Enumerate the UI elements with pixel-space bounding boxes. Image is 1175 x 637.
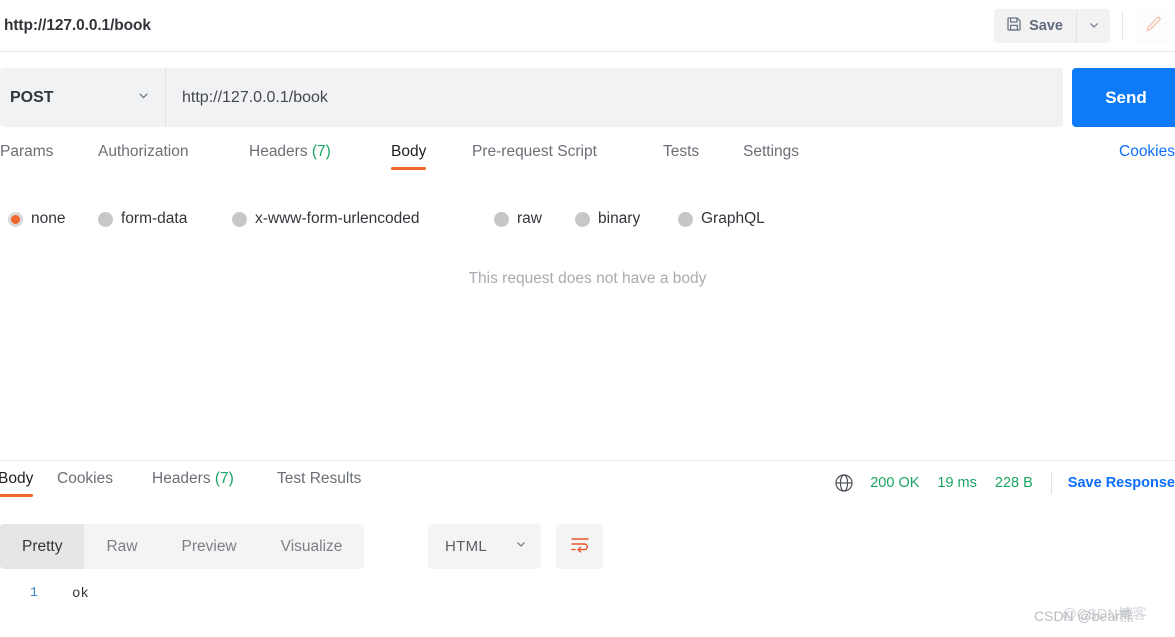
tab-label: Body	[0, 470, 34, 487]
response-time: 19 ms	[937, 475, 977, 491]
tab-body[interactable]: Body	[391, 143, 427, 170]
radio-button-icon[interactable]	[8, 211, 23, 227]
radio-button-icon[interactable]	[494, 211, 509, 227]
view-mode-pretty[interactable]: Pretty	[0, 524, 85, 569]
tab-params[interactable]: Params	[0, 143, 53, 170]
body-type-binary[interactable]: binary	[575, 210, 640, 228]
body-type-label: GraphQL	[701, 210, 765, 227]
response-format-label: HTML	[445, 538, 488, 555]
view-mode-visualize[interactable]: Visualize	[259, 524, 365, 569]
radio-button-icon[interactable]	[98, 211, 113, 227]
body-type-raw[interactable]: raw	[494, 210, 542, 228]
postman-request-window: http://127.0.0.1/book Save POST http://1…	[0, 0, 1175, 637]
body-type-options: none form-data x-www-form-urlencoded raw bin…	[0, 204, 1175, 234]
body-type-label: x-www-form-urlencoded	[255, 210, 420, 227]
response-tab-headers[interactable]: Headers (7)	[152, 470, 234, 497]
http-method-label: POST	[10, 88, 54, 106]
response-tab-cookies[interactable]: Cookies	[57, 470, 113, 497]
body-type-label: none	[31, 210, 66, 227]
tab-settings[interactable]: Settings	[743, 143, 799, 170]
floppy-disk-icon	[1006, 16, 1022, 36]
header-divider	[1122, 11, 1123, 41]
tab-tests[interactable]: Tests	[663, 143, 699, 170]
response-format-select[interactable]: HTML	[428, 524, 541, 569]
tab-headers[interactable]: Headers (7)	[249, 143, 331, 170]
tab-label: Headers	[152, 470, 211, 487]
tab-authorization[interactable]: Authorization	[98, 143, 188, 170]
tab-label: Authorization	[98, 143, 189, 160]
save-response-button[interactable]: Save Response	[1068, 475, 1175, 491]
tab-pre-request-script[interactable]: Pre-request Script	[472, 143, 597, 170]
edit-request-button[interactable]	[1135, 8, 1171, 44]
tab-count-badge: (7)	[307, 143, 331, 160]
line-number: 1	[29, 586, 38, 601]
response-body-code[interactable]: 1 ok	[0, 586, 1175, 637]
save-button-label: Save	[1029, 18, 1063, 34]
response-tab-test-results[interactable]: Test Results	[277, 470, 361, 497]
body-type-form-data[interactable]: form-data	[98, 210, 187, 228]
radio-button-icon[interactable]	[232, 211, 247, 227]
radio-button-icon[interactable]	[678, 211, 693, 227]
header-actions: Save	[994, 0, 1175, 52]
page-title: http://127.0.0.1/book	[4, 16, 151, 34]
response-divider	[0, 460, 1175, 461]
body-type-label: binary	[598, 210, 641, 227]
response-tab-body[interactable]: Body	[0, 470, 34, 497]
word-wrap-toggle[interactable]	[556, 524, 603, 569]
chevron-down-icon	[1087, 18, 1101, 35]
view-mode-raw[interactable]: Raw	[84, 524, 159, 569]
url-input[interactable]: http://127.0.0.1/book	[166, 68, 1063, 127]
response-meta: 200 OK 19 ms 228 B Save Response	[834, 472, 1175, 494]
tab-label: Pre-request Script	[472, 143, 597, 160]
pencil-edit-icon	[1144, 15, 1163, 37]
tab-label: Cookies	[57, 470, 113, 487]
tab-count-badge: (7)	[210, 470, 234, 487]
save-button-group: Save	[994, 9, 1110, 43]
response-status: 200 OK	[870, 475, 920, 491]
body-type-label: raw	[517, 210, 542, 227]
tab-label: Test Results	[277, 470, 362, 487]
send-button[interactable]: Send	[1072, 68, 1175, 127]
radio-button-icon[interactable]	[575, 211, 590, 227]
response-meta-divider	[1050, 472, 1052, 494]
response-view-mode-group: Pretty Raw Preview Visualize	[0, 524, 365, 569]
chevron-down-icon	[136, 88, 151, 108]
chevron-down-icon	[514, 537, 528, 556]
body-type-label: form-data	[121, 210, 188, 227]
body-type-none[interactable]: none	[8, 210, 65, 228]
save-options-dropdown[interactable]	[1076, 9, 1110, 43]
code-line-text: ok	[72, 586, 89, 602]
tab-label: Params	[0, 143, 54, 160]
code-link[interactable]: Cookies	[1119, 143, 1175, 161]
url-bar: POST http://127.0.0.1/book Send	[0, 68, 1175, 127]
response-toolbar: Pretty Raw Preview Visualize HTML	[0, 524, 1175, 571]
word-wrap-icon	[569, 534, 591, 559]
body-type-x-www-form-urlencoded[interactable]: x-www-form-urlencoded	[232, 210, 420, 228]
request-header-bar: http://127.0.0.1/book Save	[0, 0, 1175, 52]
view-mode-preview[interactable]: Preview	[160, 524, 259, 569]
body-type-graphql[interactable]: GraphQL	[678, 210, 765, 228]
http-method-select[interactable]: POST	[0, 68, 166, 127]
tab-label: Headers	[249, 143, 308, 160]
tab-label: Settings	[743, 143, 800, 160]
tab-label: Body	[391, 143, 427, 160]
watermark: CSDN @bear熊	[1034, 608, 1134, 624]
globe-icon	[834, 473, 854, 493]
empty-body-message: This request does not have a body	[468, 270, 707, 287]
url-input-value: http://127.0.0.1/book	[182, 88, 328, 106]
response-size: 228 B	[994, 475, 1033, 491]
request-tabs: Params Authorization Headers (7) Body Pre-re…	[0, 143, 1175, 187]
tab-label: Tests	[663, 143, 700, 160]
save-button[interactable]: Save	[994, 9, 1076, 43]
code-line: 1 ok	[0, 586, 1175, 608]
